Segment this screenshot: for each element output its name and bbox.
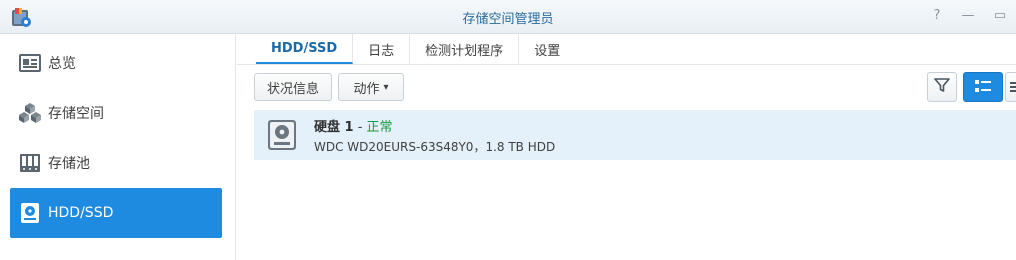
- list-item[interactable]: 硬盘 1 - 正常 WDC WD20EURS-63S48Y0，1.8 TB HD…: [254, 110, 1016, 160]
- disk-detail: WDC WD20EURS-63S48Y0，1.8 TB HDD: [314, 140, 556, 154]
- sidebar-item-volume[interactable]: 存储空间: [10, 88, 222, 138]
- status-info-button[interactable]: 状况信息: [254, 73, 332, 101]
- disk-name: 硬盘 1: [314, 120, 354, 135]
- hdd-icon: [18, 201, 42, 225]
- filter-icon: [934, 77, 950, 97]
- sidebar-item-overview[interactable]: 总览: [10, 38, 222, 88]
- list-view-button[interactable]: [963, 72, 1003, 102]
- disk-status: 正常: [366, 120, 393, 135]
- hard-disk-icon: [267, 119, 297, 155]
- sidebar-item-label: 存储空间: [48, 106, 104, 122]
- overview-icon: [18, 51, 42, 75]
- sidebar: 总览 存储空间 存储池 HDD/SSD: [0, 34, 236, 260]
- list-view-icon: [974, 78, 992, 97]
- sidebar-item-hdd-ssd[interactable]: HDD/SSD: [10, 188, 222, 238]
- storage-pool-icon: [18, 151, 42, 175]
- filter-button[interactable]: [927, 72, 957, 102]
- disk-separator: -: [353, 120, 367, 135]
- disk-title: 硬盘 1 - 正常: [314, 116, 393, 135]
- tab-hdd-ssd[interactable]: HDD/SSD: [256, 34, 354, 64]
- minimize-button[interactable]: —: [959, 7, 977, 25]
- sidebar-item-label: HDD/SSD: [48, 205, 114, 221]
- chevron-down-icon: ▾: [383, 81, 389, 93]
- tab-divider: [237, 64, 1016, 65]
- action-dropdown-button[interactable]: 动作 ▾: [338, 73, 404, 101]
- action-button-label: 动作: [353, 81, 380, 97]
- window-title: 存储空间管理员: [462, 12, 554, 27]
- sidebar-item-label: 存储池: [48, 156, 90, 172]
- tab-log[interactable]: 日志: [353, 34, 411, 64]
- title-bar: 存储空间管理员 ? — ▭: [0, 0, 1016, 34]
- sidebar-item-storage-pool[interactable]: 存储池: [10, 138, 222, 188]
- volume-cubes-icon: [18, 101, 42, 125]
- help-button[interactable]: ?: [928, 7, 946, 25]
- sidebar-item-label: 总览: [48, 56, 76, 72]
- maximize-button[interactable]: ▭: [991, 7, 1009, 25]
- tab-test-scheduler[interactable]: 检测计划程序: [410, 34, 520, 64]
- tab-settings[interactable]: 设置: [519, 34, 575, 64]
- detail-view-icon: [1010, 78, 1016, 97]
- tab-bar: HDD/SSD 日志 检测计划程序 设置: [256, 34, 575, 64]
- detail-view-button[interactable]: [1005, 72, 1016, 102]
